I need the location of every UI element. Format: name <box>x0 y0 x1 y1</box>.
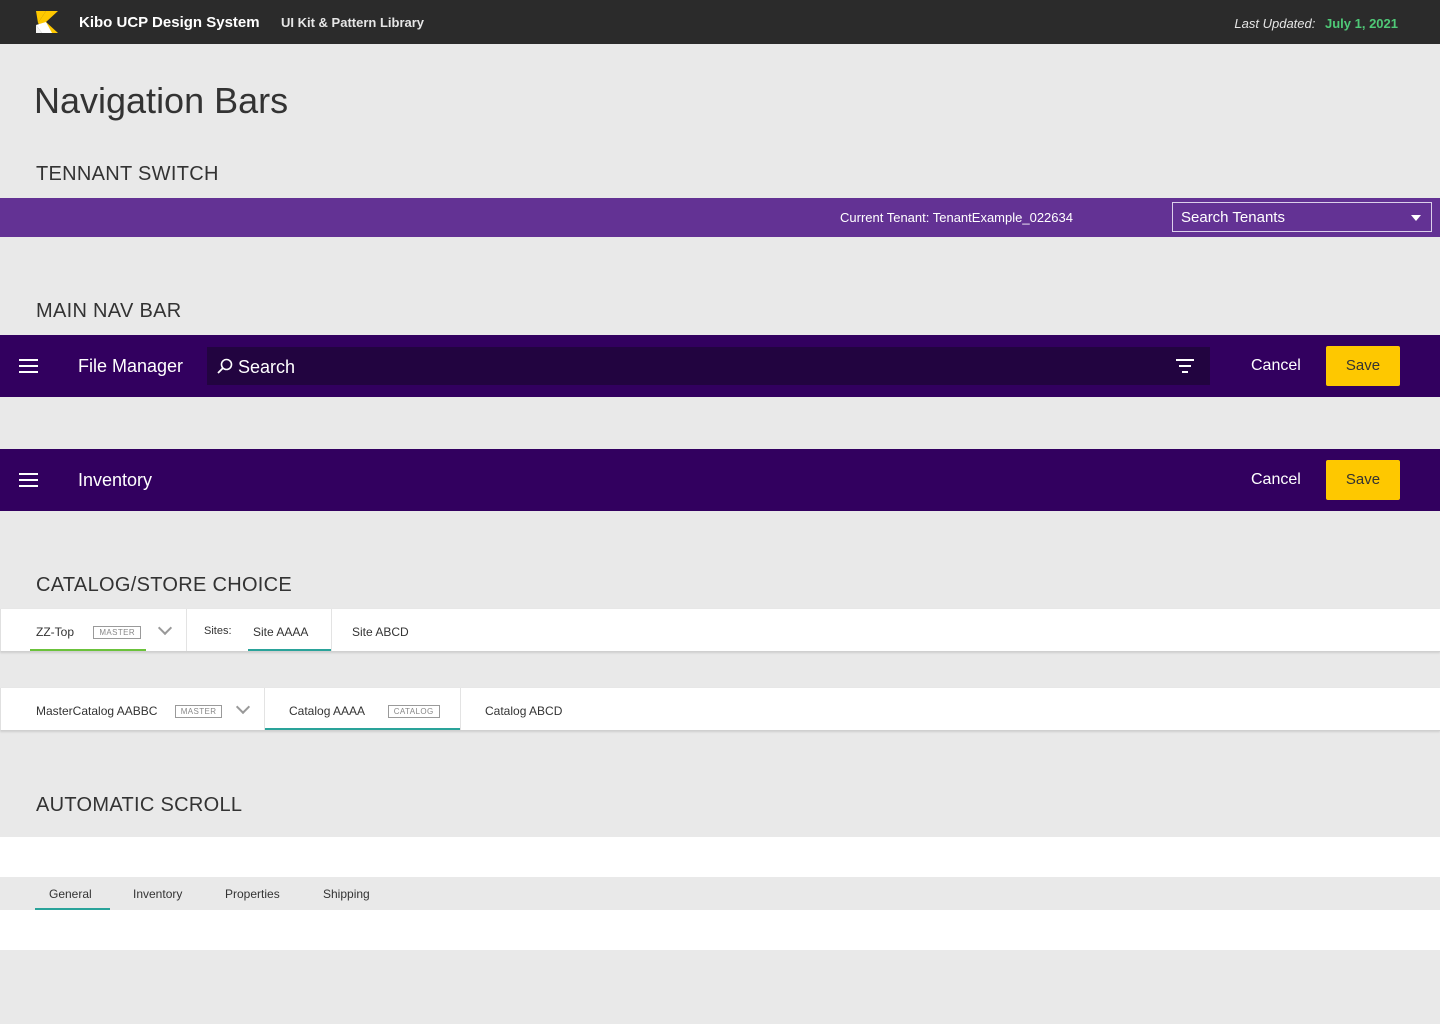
divider <box>264 688 265 730</box>
tab-inventory[interactable]: Inventory <box>133 887 182 901</box>
nav-title: File Manager <box>78 356 184 376</box>
master-badge: MASTER <box>174 705 223 719</box>
scroll-area-bottom <box>0 910 1440 950</box>
caret-down-icon <box>1411 215 1421 221</box>
main-nav-bar-file-manager: File Manager Search Cancel Save <box>0 335 1440 397</box>
tenant-switch-bar: Current Tenant: TenantExample_022634 Sea… <box>0 198 1440 237</box>
divider <box>460 688 461 730</box>
tab-properties[interactable]: Properties <box>225 887 280 901</box>
search-placeholder: Search <box>238 357 296 377</box>
catalog-underline <box>265 728 460 730</box>
last-updated-date: July 1, 2021 <box>1325 16 1398 31</box>
kit-subtitle[interactable]: UI Kit & Pattern Library <box>281 15 424 30</box>
section-title-catalog: CATALOG/STORE CHOICE <box>36 574 293 596</box>
section-title-tenant: TENNANT SWITCH <box>36 163 219 185</box>
store-site-bar: ZZ-Top MASTER Sites: Site AAAA Site ABCD <box>0 609 1440 652</box>
save-button[interactable]: Save <box>1326 460 1400 500</box>
search-icon <box>217 358 233 374</box>
search-input[interactable]: Search <box>207 347 1210 385</box>
site-tab-abcd[interactable]: Site ABCD <box>352 625 409 639</box>
chevron-down-icon[interactable] <box>235 699 251 715</box>
main-nav-bar-inventory: Inventory Cancel Save <box>0 449 1440 511</box>
tenant-search-select[interactable]: Search Tenants <box>1172 202 1432 232</box>
current-tenant-label: Current Tenant: TenantExample_022634 <box>840 210 1073 225</box>
chevron-down-icon[interactable] <box>157 620 173 636</box>
filter-icon[interactable] <box>1176 359 1194 373</box>
catalog-tab-label: Catalog AAAA <box>289 704 365 718</box>
catalog-badge: CATALOG <box>387 705 440 719</box>
page-title: Navigation Bars <box>34 80 289 121</box>
kibo-logo-icon[interactable] <box>36 11 60 33</box>
site-underline <box>248 649 331 651</box>
last-updated: Last Updated: July 1, 2021 <box>1234 16 1398 31</box>
section-title-main-nav: MAIN NAV BAR <box>36 300 182 322</box>
site-tab-aaaa[interactable]: Site AAAA <box>253 625 308 639</box>
catalog-bar: MasterCatalog AABBC MASTER Catalog AAAA … <box>0 688 1440 731</box>
cancel-button[interactable]: Cancel <box>1251 471 1301 489</box>
scroll-area-top <box>0 837 1440 877</box>
store-underline <box>30 649 146 651</box>
brand-title[interactable]: Kibo UCP Design System <box>79 14 260 31</box>
cancel-button[interactable]: Cancel <box>1251 357 1301 375</box>
save-button[interactable]: Save <box>1326 346 1400 386</box>
tenant-search-text: Search Tenants <box>1181 209 1285 226</box>
last-updated-label: Last Updated: <box>1234 16 1316 31</box>
section-title-scroll: AUTOMATIC SCROLL <box>36 794 243 816</box>
master-badge: MASTER <box>93 626 142 640</box>
store-selector[interactable]: ZZ-Top MASTER <box>36 625 142 640</box>
divider <box>331 609 332 651</box>
hamburger-menu-icon[interactable] <box>19 473 38 487</box>
tab-underline <box>35 908 110 910</box>
catalog-selector[interactable]: MasterCatalog AABBC MASTER <box>36 704 223 719</box>
nav-title: Inventory <box>78 470 153 490</box>
catalog-tab-aaaa[interactable]: Catalog AAAA CATALOG <box>289 704 440 719</box>
divider <box>186 609 187 651</box>
tab-shipping[interactable]: Shipping <box>323 887 370 901</box>
sites-label: Sites: <box>204 625 232 637</box>
top-header: Kibo UCP Design System UI Kit & Pattern … <box>0 0 1440 44</box>
tab-general[interactable]: General <box>49 887 92 901</box>
hamburger-menu-icon[interactable] <box>19 359 38 373</box>
catalog-name: MasterCatalog AABBC <box>36 704 158 718</box>
store-name: ZZ-Top <box>36 625 75 639</box>
catalog-tab-abcd[interactable]: Catalog ABCD <box>485 704 562 718</box>
